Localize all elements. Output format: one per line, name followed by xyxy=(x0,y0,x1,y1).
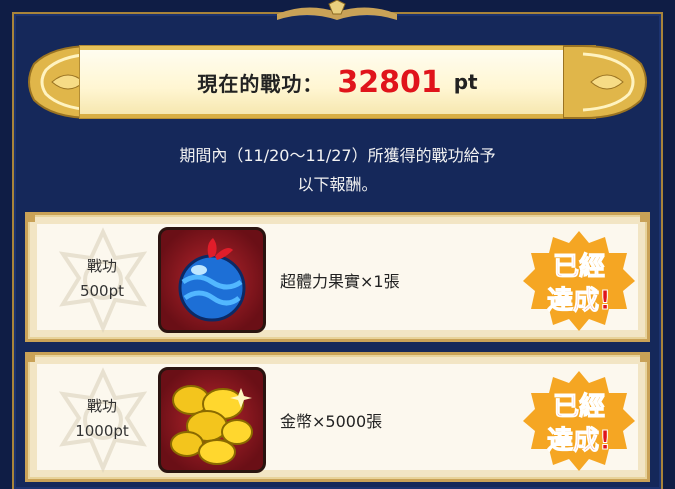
reward-row: 戰功 500pt 超體力果實×1張 已經 達成! xyxy=(25,212,650,342)
svg-text:達成!: 達成! xyxy=(547,286,611,316)
requirement: 戰功 500pt xyxy=(47,254,157,304)
top-ornament xyxy=(277,0,397,20)
reward-item-name: 超體力果實×1張 xyxy=(280,272,400,291)
reward-item-name: 金幣×5000張 xyxy=(280,412,383,431)
corner-ornament xyxy=(25,212,35,222)
notice-line-2: 以下報酬。 xyxy=(297,175,378,194)
corner-ornament xyxy=(640,352,650,362)
requirement-value: 500pt xyxy=(79,282,125,300)
score-unit: pt xyxy=(453,70,478,94)
blue-fruit-icon xyxy=(158,227,266,333)
achieved-stamp: 已經 達成! xyxy=(523,231,635,331)
corner-ornament xyxy=(640,212,650,222)
requirement: 戰功 1000pt xyxy=(47,394,157,444)
requirement-label: 戰功 xyxy=(86,257,117,275)
svg-text:已經: 已經 xyxy=(553,251,605,282)
score-value: 32801 xyxy=(337,64,442,100)
reward-row-inner: 戰功 1000pt 金幣×5000張 已經 達成! xyxy=(37,364,638,474)
score-label: 現在的戰功： xyxy=(197,71,324,96)
plaque-center: 現在的戰功： 32801 pt xyxy=(80,46,595,118)
svg-text:達成!: 達成! xyxy=(547,426,611,456)
requirement-value: 1000pt xyxy=(75,422,129,440)
requirement-label: 戰功 xyxy=(86,397,117,415)
achieved-stamp: 已經 達成! xyxy=(523,371,635,471)
score-plaque: 現在的戰功： 32801 pt xyxy=(22,40,653,124)
period-notice: 期間內（11/20～11/27）所獲得的戰功給予 以下報酬。 xyxy=(0,141,675,199)
plaque-right-wing xyxy=(563,45,647,119)
reward-row: 戰功 1000pt 金幣×5000張 已經 達成! xyxy=(25,352,650,482)
notice-line-1: 期間內（11/20～11/27）所獲得的戰功給予 xyxy=(179,146,496,165)
reward-row-inner: 戰功 500pt 超體力果實×1張 已經 達成! xyxy=(37,224,638,334)
svg-text:已經: 已經 xyxy=(553,391,605,422)
gold-coins-icon xyxy=(158,367,266,473)
corner-ornament xyxy=(25,352,35,362)
